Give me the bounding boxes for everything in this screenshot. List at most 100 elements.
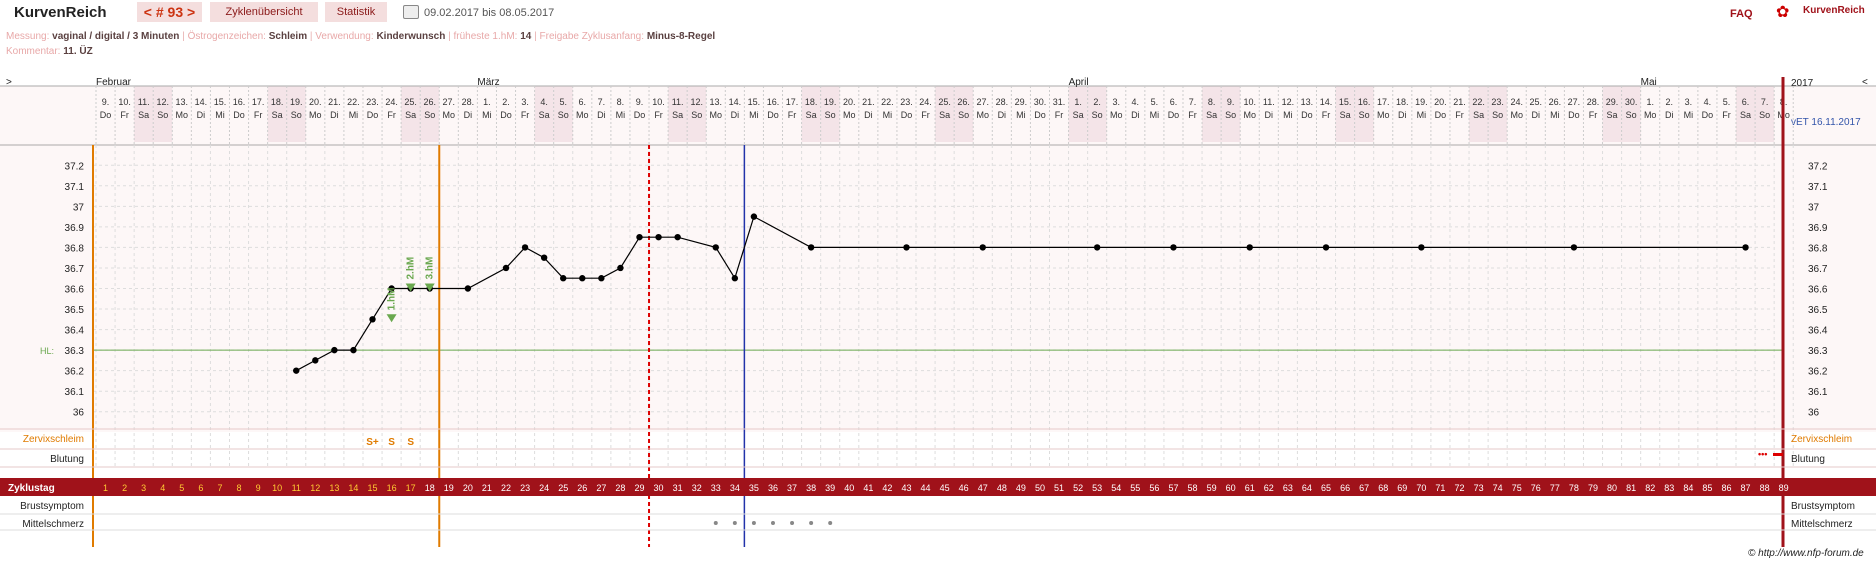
cycle-day-number: 28: [615, 483, 625, 493]
date-label: 4.: [1704, 97, 1712, 107]
date-label: 17.: [786, 97, 799, 107]
meta-label: früheste 1.hM:: [453, 31, 518, 42]
weekday-label: Mi: [749, 110, 759, 120]
cycle-day-number: 8: [237, 483, 242, 493]
data-point: [731, 275, 739, 282]
weekday-label: Mo: [1110, 110, 1123, 120]
weekday-label: So: [291, 110, 302, 120]
weekday-label: Fr: [1322, 110, 1331, 120]
weekday-label: Mo: [710, 110, 723, 120]
cycle-day-number: 29: [634, 483, 644, 493]
date-label: 27.: [443, 97, 456, 107]
cycle-day-number: 7: [217, 483, 222, 493]
cycle-day-number: 84: [1683, 483, 1693, 493]
cycle-day-number: 74: [1493, 483, 1503, 493]
cycle-day-number: 72: [1454, 483, 1464, 493]
brand-title[interactable]: KurvenReich: [14, 4, 107, 21]
data-point: [1170, 244, 1177, 251]
weekday-label: Mi: [1150, 110, 1160, 120]
cycle-day-number: 63: [1283, 483, 1293, 493]
date-label: 30.: [1625, 97, 1638, 107]
date-label: 11.: [138, 97, 150, 107]
date-label: 10.: [118, 97, 131, 107]
cycle-day-number: 55: [1130, 483, 1140, 493]
date-label: 12.: [156, 97, 169, 107]
weekday-label: Do: [901, 110, 913, 120]
weekday-label: Fr: [1455, 110, 1464, 120]
date-label: 27.: [1568, 97, 1581, 107]
tab-cycle-overview[interactable]: Zyklenübersicht: [210, 2, 318, 22]
cycle-day-number: 26: [577, 483, 587, 493]
date-label: 3.: [521, 97, 529, 107]
date-label: 26.: [1549, 97, 1562, 107]
date-label: 9.: [1227, 97, 1235, 107]
cycle-day-number: 81: [1626, 483, 1636, 493]
y-tick-label: 36.5: [1808, 305, 1828, 316]
weekday-label: Mi: [883, 110, 893, 120]
weekday-label: Mi: [1016, 110, 1026, 120]
cycle-day-number: 88: [1760, 483, 1770, 493]
date-label: 31.: [1053, 97, 1066, 107]
weekday-label: Di: [597, 110, 606, 120]
date-label: 28.: [996, 97, 1009, 107]
meta-value: Schleim: [268, 31, 308, 42]
peak-marker-label: 1.hM: [387, 288, 398, 311]
y-tick-label: 36.3: [65, 346, 85, 357]
date-label: 8.: [1208, 97, 1216, 107]
data-point: [350, 346, 357, 354]
date-label: 9.: [102, 97, 110, 107]
weekday-label: Di: [1532, 110, 1541, 120]
date-label: 1.: [1646, 97, 1654, 107]
faq-link[interactable]: FAQ: [1730, 8, 1753, 20]
weekday-label: Do: [1034, 110, 1046, 120]
weekday-label: Do: [1435, 110, 1447, 120]
y-tick-label: 36.2: [65, 367, 85, 378]
weekday-label: Di: [1398, 110, 1407, 120]
cycle-number-button[interactable]: < # 93 >: [137, 2, 202, 22]
weekday-label: Fr: [1188, 110, 1197, 120]
y-tick-label: 36.5: [65, 305, 85, 316]
data-point: [1742, 244, 1749, 251]
weekday-label: Mo: [1510, 110, 1523, 120]
cycle-day-number: 15: [368, 483, 378, 493]
cycle-day-number: 85: [1702, 483, 1712, 493]
cycle-day-number: 75: [1512, 483, 1522, 493]
weekday-label: Do: [767, 110, 779, 120]
printer-icon[interactable]: [403, 5, 419, 19]
date-label: 28.: [462, 97, 475, 107]
cycle-day-number: 80: [1607, 483, 1617, 493]
zervix-entry: S+: [366, 437, 379, 448]
date-label: 13.: [176, 97, 189, 107]
y-tick-label: 37.1: [1808, 182, 1828, 193]
logo-icon: ✿: [1776, 4, 1790, 21]
weekday-label: Sa: [806, 110, 817, 120]
cycle-day-number: 56: [1149, 483, 1159, 493]
cycle-day-number: 16: [387, 483, 397, 493]
date-label: 24.: [1510, 97, 1523, 107]
cycle-day-number: 45: [940, 483, 950, 493]
date-label: 22.: [881, 97, 894, 107]
date-label: 8.: [617, 97, 625, 107]
meta-line-1: Messung: vaginal / digital / 3 Minuten |…: [6, 31, 715, 42]
cycle-day-number: 20: [463, 483, 473, 493]
weekday-label: Mi: [1550, 110, 1560, 120]
cycle-day-number: 22: [501, 483, 511, 493]
date-label: 23.: [366, 97, 379, 107]
weekday-label: Sa: [1206, 110, 1217, 120]
data-point: [1570, 244, 1578, 251]
date-label: 2.: [502, 97, 510, 107]
comment-label: Kommentar:: [6, 46, 61, 57]
weekday-label: Di: [1665, 110, 1674, 120]
date-label: 21.: [862, 97, 875, 107]
weekday-label: Di: [731, 110, 740, 120]
cycle-day-number: 21: [482, 483, 492, 493]
tab-statistics[interactable]: Statistik: [325, 2, 387, 22]
cycle-day-number: 9: [256, 483, 261, 493]
meta-value: 14: [520, 31, 532, 42]
meta-label: Freigabe Zyklusanfang:: [539, 31, 645, 42]
date-label: 26.: [423, 97, 436, 107]
cycle-day-number: 61: [1245, 483, 1255, 493]
date-label: 4.: [540, 97, 548, 107]
blutung-label: Blutung: [1791, 454, 1825, 465]
data-point: [903, 244, 910, 251]
